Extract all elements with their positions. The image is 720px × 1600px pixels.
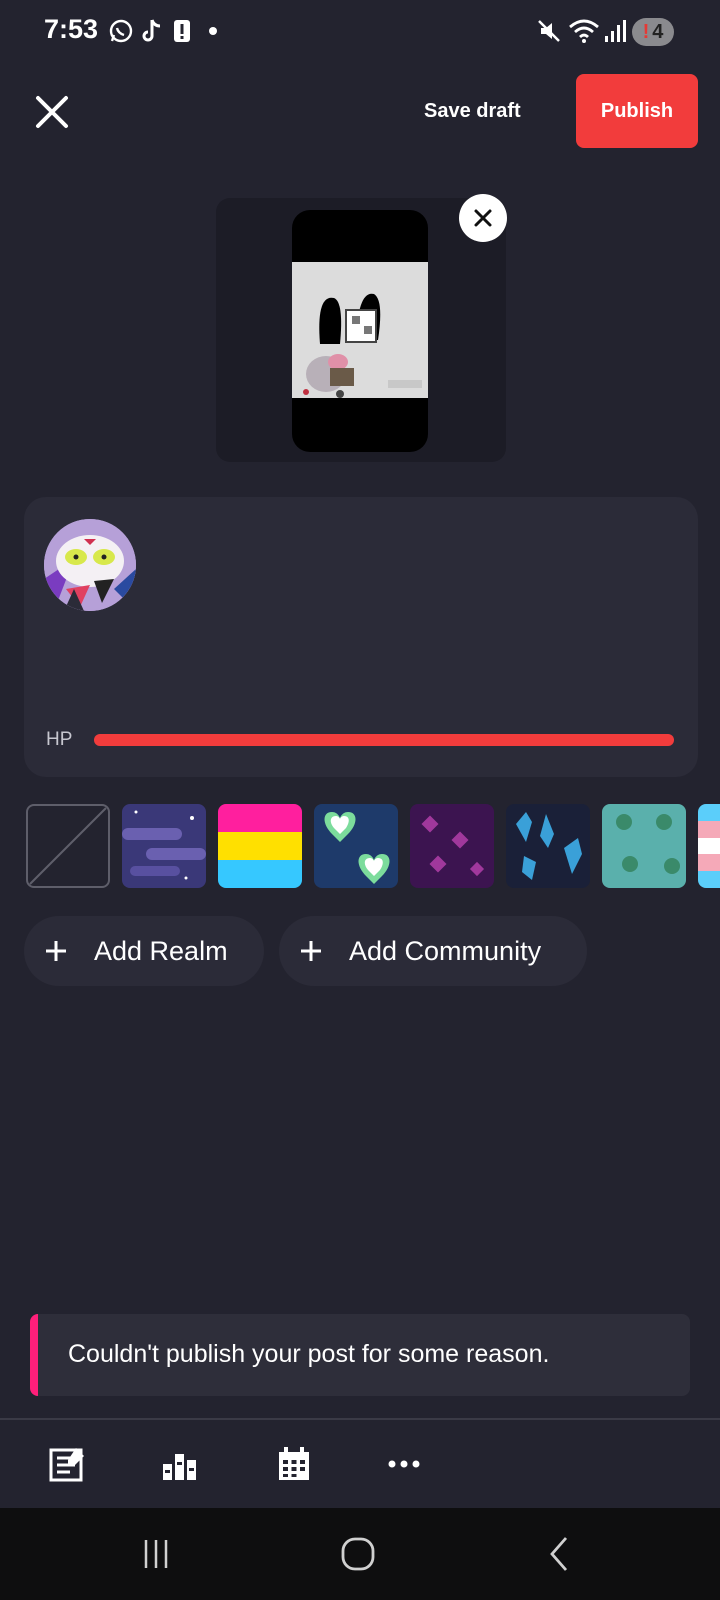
no-background-icon [29,807,107,885]
error-toast: Couldn't publish your post for some reas… [30,1314,690,1396]
badge-alert-mark: ! [642,20,650,43]
signal-icon [605,20,626,42]
add-community-button[interactable]: Add Community [279,916,587,986]
add-community-label: Add Community [349,935,542,966]
badge-count: 4 [652,20,664,43]
background-swatch-figures[interactable] [506,804,590,888]
add-realm-label: Add Realm [94,935,228,966]
status-time: 7:53 [44,14,99,44]
plus-icon [299,933,335,969]
background-swatch-pan-flag[interactable] [218,804,302,888]
calendar-icon[interactable] [274,1444,314,1484]
remove-media-button[interactable] [459,194,507,242]
avatar[interactable] [44,519,136,611]
media-preview[interactable] [292,210,428,452]
stars-pattern-icon [122,804,206,888]
toast-accent-bar [30,1314,38,1396]
hp-label: HP [46,729,73,750]
background-swatch-diamonds[interactable] [410,804,494,888]
tiktok-icon [142,19,161,42]
background-swatch-stars[interactable] [122,804,206,888]
system-nav-bar [0,1508,720,1600]
trans-flag-icon [698,804,720,888]
avatar-image [44,519,136,611]
cats-pattern-icon [602,804,686,888]
plus-icon [44,933,80,969]
toast-message: Couldn't publish your post for some reas… [68,1340,550,1368]
hearts-pattern-icon [314,804,398,888]
alert-icon [174,20,190,42]
screen: 7:53 ! 4 Save draft Publish HP Add Realm… [0,0,720,1600]
media-thumbnail [292,262,428,398]
add-realm-button[interactable]: Add Realm [24,916,264,986]
recents-icon[interactable] [134,1532,178,1576]
notification-badge: ! 4 [632,18,674,46]
dot-icon [209,27,217,35]
more-icon[interactable] [384,1444,424,1484]
background-swatch-trans-flag[interactable] [698,804,720,888]
mute-icon [538,20,560,42]
publish-button[interactable]: Publish [576,74,698,148]
background-swatch-cats[interactable] [602,804,686,888]
save-draft-button[interactable]: Save draft [424,100,521,123]
editor-icon[interactable] [48,1444,88,1484]
pan-flag-icon [218,804,302,888]
top-bar: Save draft Publish [0,66,720,162]
figures-pattern-icon [506,804,590,888]
whatsapp-icon [109,19,133,43]
status-bar: 7:53 ! 4 [0,0,720,64]
close-icon [474,209,492,227]
home-icon[interactable] [336,1532,380,1576]
stats-icon[interactable] [160,1444,200,1484]
background-picker [26,804,720,890]
post-editor-card[interactable]: HP [24,497,698,777]
background-none[interactable] [26,804,110,888]
hp-bar-fill [94,734,674,746]
back-icon[interactable] [538,1532,582,1576]
bottom-toolbar [0,1420,720,1508]
close-icon[interactable] [34,94,70,130]
media-thumbnail-image [292,262,428,398]
hp-bar [94,734,674,746]
background-swatch-hearts[interactable] [314,804,398,888]
diamonds-pattern-icon [410,804,494,888]
wifi-icon [569,19,599,43]
